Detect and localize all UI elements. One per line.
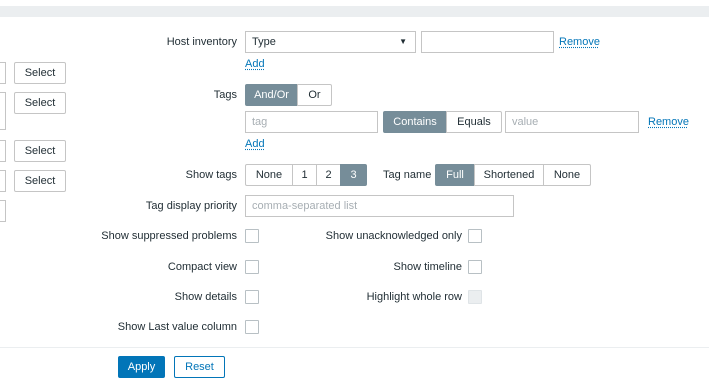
show-tags-toggle[interactable]: None 1 2 3 [245, 164, 367, 186]
left-field-stub-3[interactable] [0, 140, 6, 162]
tag-name-label: Tag name [383, 169, 432, 181]
tag-value-placeholder: value [512, 116, 539, 128]
tag-name-shortened[interactable]: Shortened [474, 164, 544, 186]
show-last-value-label: Show Last value column [117, 321, 237, 333]
dropdown-arrow-icon: ▼ [399, 37, 407, 46]
show-tags-none[interactable]: None [245, 164, 293, 186]
host-inventory-type-value: Type [252, 36, 276, 48]
select-button-3[interactable]: Select [14, 140, 66, 162]
tag-remove-link[interactable]: Remove [648, 114, 689, 130]
tags-operator-and-or[interactable]: And/Or [245, 84, 298, 106]
tag-display-priority-input[interactable]: comma-separated list [245, 195, 514, 217]
host-inventory-remove-link[interactable]: Remove [559, 34, 600, 50]
host-inventory-value-input[interactable] [421, 31, 554, 53]
tag-name-none[interactable]: None [543, 164, 591, 186]
show-last-value-checkbox[interactable] [245, 320, 259, 334]
show-timeline-checkbox[interactable] [468, 260, 482, 274]
show-unacknowledged-label: Show unacknowledged only [325, 230, 462, 242]
show-tags-1[interactable]: 1 [292, 164, 317, 186]
tag-name-input[interactable]: tag [245, 111, 378, 133]
show-tags-3[interactable]: 3 [340, 164, 367, 186]
tag-display-priority-placeholder: comma-separated list [252, 200, 358, 212]
filter-top-bar [0, 6, 709, 17]
show-timeline-label: Show timeline [393, 261, 462, 273]
apply-button[interactable]: Apply [118, 356, 165, 378]
tag-name-full[interactable]: Full [435, 164, 475, 186]
left-field-stub-1[interactable] [0, 62, 6, 84]
show-unacknowledged-checkbox[interactable] [468, 229, 482, 243]
host-inventory-label: Host inventory [166, 36, 237, 48]
tags-add-link[interactable]: Add [245, 136, 265, 152]
tags-operator-or[interactable]: Or [297, 84, 332, 106]
reset-button[interactable]: Reset [174, 356, 225, 378]
show-tags-2[interactable]: 2 [316, 164, 341, 186]
tags-operator-toggle[interactable]: And/Or Or [245, 84, 332, 106]
tag-name-placeholder: tag [252, 116, 268, 128]
highlight-row-checkbox [468, 290, 482, 304]
tag-condition-equals[interactable]: Equals [446, 111, 502, 133]
tag-display-priority-label: Tag display priority [145, 200, 237, 212]
select-button-1[interactable]: Select [14, 62, 66, 84]
show-tags-label: Show tags [185, 169, 237, 181]
tag-condition-toggle[interactable]: Contains Equals [383, 111, 502, 133]
host-inventory-type-select[interactable]: Type ▼ [245, 31, 416, 53]
tags-label: Tags [213, 89, 237, 101]
tag-value-input[interactable]: value [505, 111, 639, 133]
highlight-row-label: Highlight whole row [366, 291, 462, 303]
form-divider [0, 347, 709, 348]
tag-condition-contains[interactable]: Contains [383, 111, 447, 133]
tag-name-toggle[interactable]: Full Shortened None [435, 164, 591, 186]
host-inventory-add-link[interactable]: Add [245, 56, 265, 72]
